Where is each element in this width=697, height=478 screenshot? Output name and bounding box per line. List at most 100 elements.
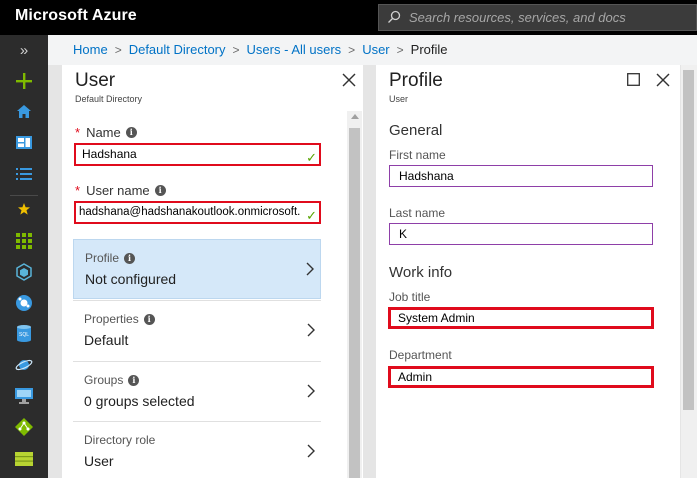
nav-item-label: Groups i [84,373,140,387]
profile-blade-scroll-thumb[interactable] [683,70,694,410]
first-name-input[interactable]: Hadshana [389,165,653,187]
valid-checkmark-icon: ✓ [306,150,317,165]
general-section-heading: General [389,122,443,139]
info-icon[interactable]: i [154,185,166,196]
storage-accounts-button[interactable] [0,443,48,474]
properties-nav-item[interactable]: Properties i Default [73,300,321,360]
user-blade-subtitle: Default Directory [75,94,143,104]
breadcrumb-user-link[interactable]: User [362,42,389,57]
directory-role-nav-item[interactable]: Directory role User [73,421,321,478]
name-input-value: Hadshana [82,147,137,161]
sql-databases-button[interactable]: SQL [0,318,48,349]
all-resources-button[interactable] [0,225,48,256]
sql-databases-icon: SQL [17,325,31,342]
name-field-label: * Name i [75,125,137,140]
last-name-input[interactable]: K [389,223,653,245]
username-input[interactable]: hadshana@hadshanakoutlook.onmicrosoft. ✓ [74,201,321,224]
last-name-label: Last name [389,206,446,220]
username-label-text: User name [86,183,150,198]
breadcrumb-all-users-link[interactable]: Users - All users [247,42,342,57]
dashboard-icon [16,136,32,149]
properties-nav-value: Default [84,332,129,348]
chevron-right-icon [306,262,314,276]
username-field-label: * User name i [75,183,166,198]
required-asterisk: * [75,183,81,198]
breadcrumb-separator: > [396,43,404,57]
left-nav-rail: » SQL [0,35,48,478]
groups-nav-label: Groups [84,373,124,387]
load-balancers-icon [15,417,33,436]
info-icon[interactable]: i [125,127,137,138]
profile-nav-value: Not configured [85,271,177,287]
last-name-value: K [399,227,408,241]
department-label: Department [389,348,452,362]
breadcrumb: Home > Default Directory > Users - All users… [48,35,697,65]
nav-item-label: Profile i [85,251,136,265]
info-icon[interactable]: i [124,252,136,264]
cosmos-db-button[interactable] [0,349,48,380]
create-resource-button[interactable] [0,65,48,96]
profile-blade-subtitle: User [389,94,409,104]
azure-brand[interactable]: Microsoft Azure [15,7,137,25]
job-title-input[interactable]: System Admin [388,307,654,329]
dashboard-button[interactable] [0,127,48,158]
profile-blade-title: Profile [389,70,443,91]
chevron-right-icon [307,384,315,398]
groups-nav-item[interactable]: Groups i 0 groups selected [73,361,321,421]
work-info-section-heading: Work info [389,264,453,281]
department-input[interactable]: Admin [388,366,654,388]
close-user-blade-icon[interactable] [342,73,356,87]
favorites-button[interactable] [0,193,48,224]
home-button[interactable] [0,96,48,127]
search-placeholder: Search resources, services, and docs [409,10,626,25]
first-name-value: Hadshana [399,169,454,183]
breadcrumb-separator: > [348,43,356,57]
name-label-text: Name [86,125,121,140]
groups-nav-value: 0 groups selected [84,393,195,409]
directory-role-nav-value: User [84,453,114,469]
job-title-label: Job title [389,290,431,304]
breadcrumb-home-link[interactable]: Home [73,42,108,57]
breadcrumb-current: Profile [410,42,448,57]
nav-item-label: Properties i [84,312,155,326]
info-icon[interactable]: i [128,374,140,386]
username-input-value: hadshana@hadshanakoutlook.onmicrosoft. [79,206,301,218]
load-balancers-button[interactable] [0,411,48,442]
double-chevron-icon: » [19,42,29,59]
user-blade-scroll-thumb[interactable] [349,128,360,478]
required-asterisk: * [75,125,81,140]
info-icon[interactable]: i [143,313,155,325]
all-services-button[interactable] [0,158,48,189]
top-bar: Microsoft Azure Search resources, servic… [0,0,697,35]
maximize-icon[interactable] [627,73,640,86]
resource-groups-button[interactable] [0,256,48,287]
plus-icon [16,72,32,89]
first-name-label: First name [389,148,446,162]
valid-checkmark-icon: ✓ [306,208,317,223]
properties-nav-label: Properties [84,312,139,326]
global-search-box[interactable]: Search resources, services, and docs [378,4,697,31]
favorites-star-icon [18,202,30,215]
all-services-icon [16,168,32,180]
department-value: Admin [398,370,433,384]
cosmos-db-icon [15,359,33,370]
breadcrumb-directory-link[interactable]: Default Directory [129,42,226,57]
virtual-machines-icon [15,387,33,404]
storage-accounts-icon [15,451,33,466]
svg-text:SQL: SQL [19,332,29,338]
breadcrumb-separator: > [114,43,122,57]
app-services-button[interactable] [0,287,48,318]
scroll-up-arrow-icon[interactable] [351,114,359,119]
nav-item-label: Directory role [84,433,155,447]
virtual-machines-button[interactable] [0,380,48,411]
chevron-right-icon [307,323,315,337]
breadcrumb-separator: > [232,43,240,57]
profile-nav-item[interactable]: Profile i Not configured [73,239,321,299]
app-services-icon [16,294,32,311]
all-resources-icon [16,232,32,249]
resource-groups-icon [16,262,32,281]
close-profile-blade-icon[interactable] [656,73,670,87]
expand-menu-button[interactable]: » [0,35,48,66]
job-title-value: System Admin [398,311,475,325]
name-input[interactable]: Hadshana ✓ [74,143,321,166]
